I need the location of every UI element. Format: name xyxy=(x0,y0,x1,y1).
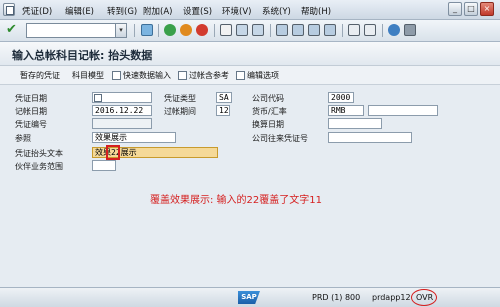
held-document-button[interactable]: 暂存的凭证 xyxy=(20,70,60,81)
menu-document[interactable]: 凭证(D) xyxy=(22,5,52,17)
fast-entry-icon xyxy=(112,71,121,80)
page-title: 输入总帐科目记帐: 抬头数据 xyxy=(12,49,153,62)
company-code-label: 公司代码 xyxy=(252,94,284,103)
toolbar-separator xyxy=(134,24,135,37)
header-data-form: 凭证日期 凭证类型 SA 公司代码 2000 记帐日期 2016.12.22 过… xyxy=(0,85,500,287)
system-menu-icon[interactable] xyxy=(3,3,15,16)
toolbar-separator xyxy=(342,24,343,37)
find-icon[interactable] xyxy=(236,24,248,36)
menu-extras[interactable]: 附加(A) xyxy=(143,5,172,17)
command-history-dropdown[interactable]: ▾ xyxy=(116,23,127,38)
posting-date-label: 记帐日期 xyxy=(15,107,47,116)
close-button[interactable]: × xyxy=(480,2,494,16)
toolbar-separator xyxy=(158,24,159,37)
save-icon[interactable] xyxy=(141,24,153,36)
menu-help[interactable]: 帮助(H) xyxy=(301,5,331,17)
menu-bar: 凭证(D) 编辑(E) 转到(G) 附加(A) 设置(S) 环境(V) 系统(Y… xyxy=(0,0,500,20)
new-session-icon[interactable] xyxy=(348,24,360,36)
document-number-field[interactable] xyxy=(92,118,152,129)
post-with-reference-button[interactable]: 过帐含参考 xyxy=(189,70,229,81)
maximize-button[interactable]: □ xyxy=(464,2,478,16)
translation-date-field[interactable] xyxy=(328,118,382,129)
reference-label: 参照 xyxy=(15,134,31,143)
next-page-icon[interactable] xyxy=(308,24,320,36)
posting-period-label: 过帐期间 xyxy=(164,107,196,116)
find-next-icon[interactable] xyxy=(252,24,264,36)
menu-system[interactable]: 系统(Y) xyxy=(262,5,291,17)
application-toolbar: 暂存的凭证 科目模型 快速数据输入 过帐含参考 编辑选项 xyxy=(0,66,500,85)
doc-date-entry-icon[interactable] xyxy=(94,94,102,102)
trading-partner-label: 伙伴业务范围 xyxy=(15,162,63,171)
toolbar-separator xyxy=(270,24,271,37)
company-code-field[interactable]: 2000 xyxy=(328,92,354,103)
menu-environment[interactable]: 环境(V) xyxy=(222,5,251,17)
cross-company-field[interactable] xyxy=(328,132,412,143)
menu-edit[interactable]: 编辑(E) xyxy=(65,5,94,17)
status-bar: SAP PRD (1) 800 prdapp12 OVR xyxy=(0,287,500,307)
standard-toolbar: ✔ ▾ xyxy=(0,20,500,42)
minimize-button[interactable]: _ xyxy=(448,2,462,16)
trading-partner-field[interactable] xyxy=(92,160,116,171)
ovr-red-circle xyxy=(411,289,437,306)
currency-label: 货币/汇率 xyxy=(252,107,287,116)
menu-settings[interactable]: 设置(S) xyxy=(183,5,212,17)
editing-options-icon xyxy=(236,71,245,80)
layout-menu-icon[interactable] xyxy=(404,24,416,36)
enter-check-icon[interactable]: ✔ xyxy=(6,23,20,37)
toolbar-separator xyxy=(214,24,215,37)
menu-goto[interactable]: 转到(G) xyxy=(107,5,137,17)
document-number-label: 凭证编号 xyxy=(15,120,47,129)
previous-page-icon[interactable] xyxy=(292,24,304,36)
exit-icon[interactable] xyxy=(180,24,192,36)
overwrite-annotation: 覆盖效果展示: 输入的22覆盖了文字11 xyxy=(150,195,322,206)
header-text-label: 凭证抬头文本 xyxy=(15,149,63,158)
doc-type-field[interactable]: SA xyxy=(216,92,232,103)
post-with-reference-icon xyxy=(178,71,187,80)
server-name: prdapp12 xyxy=(372,293,411,302)
editing-options-button[interactable]: 编辑选项 xyxy=(247,70,279,81)
sap-logo: SAP xyxy=(238,291,260,304)
doc-date-label: 凭证日期 xyxy=(15,94,47,103)
print-icon[interactable] xyxy=(220,24,232,36)
screen-title-bar: 输入总帐科目记帐: 抬头数据 xyxy=(0,42,500,66)
currency-field[interactable]: RMB xyxy=(328,105,364,116)
reference-field[interactable]: 效果展示 xyxy=(92,132,176,143)
toolbar-separator xyxy=(382,24,383,37)
fast-data-entry-button[interactable]: 快速数据输入 xyxy=(123,70,171,81)
system-info[interactable]: PRD (1) 800 xyxy=(312,293,360,302)
exchange-rate-field[interactable] xyxy=(368,105,438,116)
back-icon[interactable] xyxy=(164,24,176,36)
last-page-icon[interactable] xyxy=(324,24,336,36)
account-model-button[interactable]: 科目模型 xyxy=(72,70,104,81)
translation-date-label: 换算日期 xyxy=(252,120,284,129)
cancel-icon[interactable] xyxy=(196,24,208,36)
overwrite-highlight-box xyxy=(106,145,120,160)
posting-period-field[interactable]: 12 xyxy=(216,105,230,116)
cross-company-label: 公司往来凭证号 xyxy=(252,134,308,143)
help-icon[interactable] xyxy=(388,24,400,36)
posting-date-field[interactable]: 2016.12.22 xyxy=(92,105,152,116)
command-field[interactable] xyxy=(26,23,116,38)
doc-type-label: 凭证类型 xyxy=(164,94,196,103)
shortcut-icon[interactable] xyxy=(364,24,376,36)
first-page-icon[interactable] xyxy=(276,24,288,36)
